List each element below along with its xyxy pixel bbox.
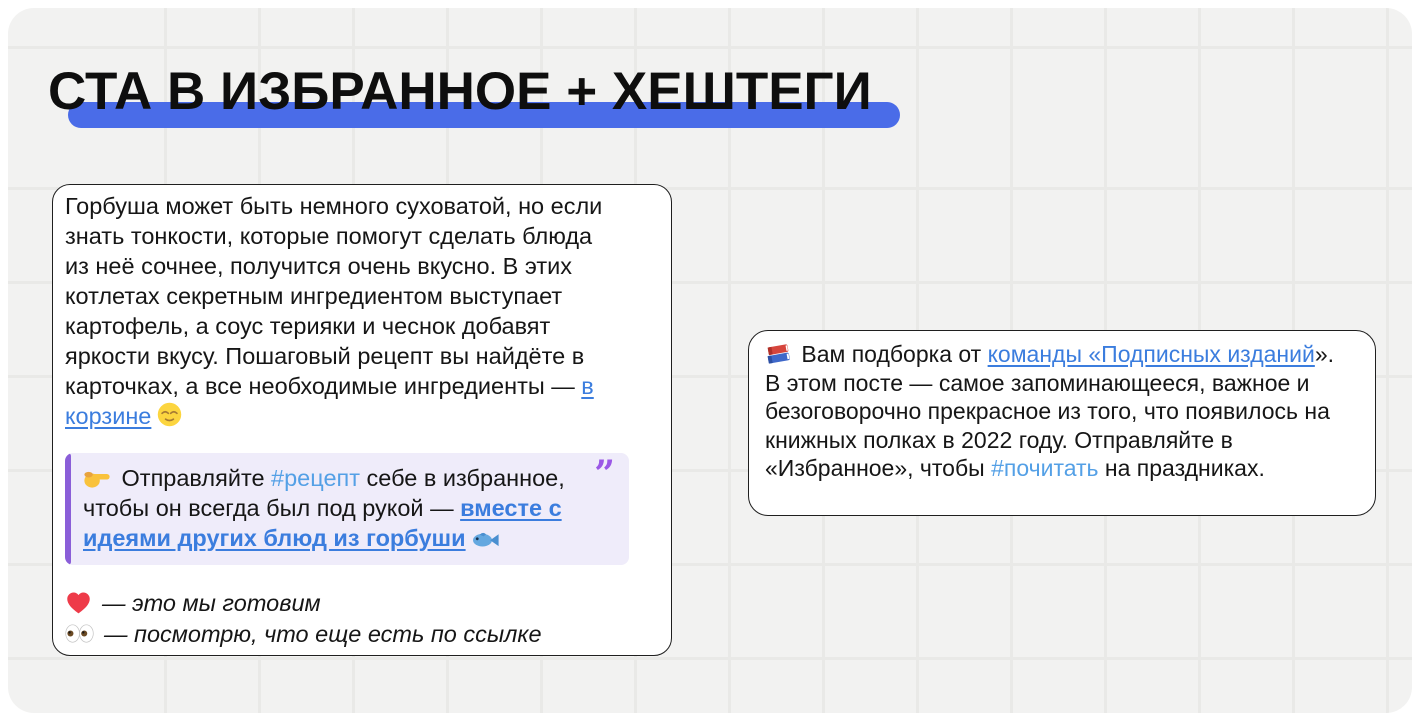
quote-text-1: Отправляйте	[115, 465, 272, 491]
message-card-books: Вам подборка от команды «Подписных издан…	[748, 330, 1376, 516]
reactions-legend: — это мы готовим — посмотрю, что еще ест…	[65, 587, 671, 649]
eyes-emoji	[65, 624, 94, 643]
reaction-row-eyes: — посмотрю, что еще есть по ссылке	[65, 618, 671, 649]
relieved-face-emoji	[158, 402, 182, 427]
page-title: СТА В ИЗБРАННОЕ + ХЕШТЕГИ	[48, 62, 872, 121]
books-emoji	[767, 344, 790, 364]
reaction-eyes-label: — посмотрю, что еще есть по ссылке	[104, 620, 542, 647]
reaction-heart-label: — это мы готовим	[102, 589, 321, 616]
recipe-paragraph: Горбуша может быть немного суховатой, но…	[65, 191, 622, 431]
recipe-paragraph-text: Горбуша может быть немного суховатой, но…	[65, 193, 603, 399]
reaction-row-heart: — это мы готовим	[65, 587, 671, 618]
hashtag-pochitat[interactable]: #почитать	[991, 455, 1098, 481]
fish-emoji	[472, 532, 499, 547]
books-text-1: Вам подборка от	[795, 341, 988, 367]
quote-content: Отправляйте #рецепт себе в избранное, чт…	[71, 453, 629, 565]
link-podpisnye-izdaniya[interactable]: команды «Подписных изданий	[988, 341, 1315, 367]
point-right-emoji	[84, 471, 110, 488]
hashtag-recept[interactable]: #рецепт	[271, 465, 360, 491]
books-text-3: на праздниках.	[1098, 455, 1265, 481]
red-heart-emoji	[67, 592, 90, 614]
quote-block: Отправляйте #рецепт себе в избранное, чт…	[65, 453, 629, 565]
message-card-recipe: Горбуша может быть немного суховатой, но…	[52, 184, 672, 656]
quotation-mark: ”	[594, 453, 615, 495]
